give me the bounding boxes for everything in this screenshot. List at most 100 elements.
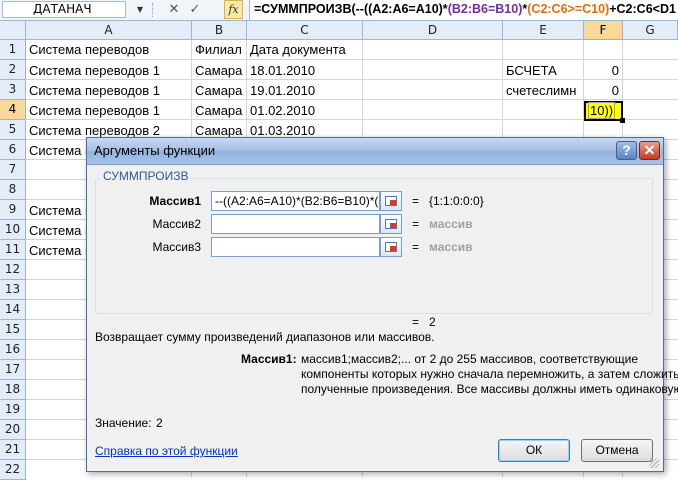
row-header[interactable]: 7	[0, 160, 26, 180]
enter-formula-icon[interactable]: ✓	[186, 1, 204, 19]
arg1-collapse-ref-button[interactable]	[380, 191, 402, 211]
cell-c3[interactable]: 19.01.2010	[248, 81, 363, 101]
cell-a1[interactable]: Система переводов	[27, 40, 191, 60]
dialog-title: Аргументы функции	[94, 143, 216, 158]
row-header[interactable]: 13	[0, 280, 26, 300]
cell-b4[interactable]: Самара	[193, 101, 247, 121]
column-header-c[interactable]: C	[247, 21, 363, 40]
column-header-g[interactable]: G	[623, 21, 678, 40]
formula-part-4: (C2:C6>=C10)	[527, 2, 610, 16]
formula-input[interactable]: =СУММПРОИЗВ(--((A2:A6=A10)*(B2:B6=B10)*(…	[249, 0, 678, 20]
formula-part-2: (B2:B6=B10)	[447, 2, 523, 16]
arg1-input[interactable]: --((A2:A6=A10)*(B2:B6=B10)*(C	[211, 191, 380, 211]
cell-c4[interactable]: 01.02.2010	[248, 101, 363, 121]
row-header[interactable]: 15	[0, 320, 26, 340]
row-header[interactable]: 8	[0, 180, 26, 200]
range-select-icon-mark	[390, 246, 396, 251]
ok-button[interactable]: ОК	[498, 439, 570, 462]
total-equals: =	[412, 315, 420, 329]
cell-e3[interactable]: счетеслимн	[504, 81, 584, 101]
close-icon[interactable]: ✕	[639, 141, 660, 160]
cell-b3[interactable]: Самара	[193, 81, 247, 101]
value-result: 2	[156, 416, 163, 430]
function-description: Возвращает сумму произведений диапазонов…	[95, 330, 435, 344]
value-label: Значение:	[95, 416, 152, 430]
arg1-label: Массив1	[149, 194, 201, 208]
arg-description-label: Массив1:	[241, 352, 297, 366]
row-header[interactable]: 9	[0, 200, 26, 220]
arg2-result: массив	[429, 217, 473, 231]
arg-description-line: массив1;массив2;... от 2 до 255 массивов…	[301, 352, 639, 366]
formula-bar-grip[interactable]	[152, 3, 155, 17]
row-header[interactable]: 6	[0, 140, 26, 160]
active-cell-f4[interactable]: 10))	[584, 101, 623, 121]
row-header[interactable]: 18	[0, 380, 26, 400]
arg-description-line: компоненты которых нужно сначала перемно…	[301, 367, 678, 381]
insert-function-icon[interactable]: fx	[224, 0, 243, 19]
cell-a10[interactable]: Система п	[27, 221, 89, 241]
resize-grip-icon[interactable]	[649, 458, 659, 468]
cell-edit-text: 10))	[588, 102, 616, 119]
cell-c2[interactable]: 18.01.2010	[248, 61, 363, 81]
formula-part-5: +C2:C6<D1	[609, 2, 676, 16]
cancel-formula-icon[interactable]: ✕	[165, 1, 183, 19]
dialog-titlebar[interactable]: Аргументы функции ? ✕	[87, 138, 663, 165]
arg3-result: массив	[429, 240, 473, 254]
chevron-down-icon[interactable]: ▼	[134, 2, 146, 18]
row-header[interactable]: 16	[0, 340, 26, 360]
arg1-result: {1:1:0:0:0}	[429, 194, 484, 208]
row-header[interactable]: 5	[0, 120, 26, 140]
cell-c1[interactable]: Дата документа	[248, 40, 363, 60]
column-header-e[interactable]: E	[503, 21, 584, 40]
help-icon[interactable]: ?	[616, 141, 637, 160]
function-help-link[interactable]: Справка по этой функции	[95, 444, 238, 459]
arg3-collapse-ref-button[interactable]	[380, 237, 402, 257]
arg2-label: Массив2	[152, 217, 201, 231]
row-header[interactable]: 20	[0, 420, 26, 440]
arg3-label: Массив3	[152, 240, 201, 254]
row-header[interactable]: 22	[0, 460, 26, 480]
cell-e2[interactable]: БСЧЕТА	[504, 61, 584, 81]
arg2-collapse-ref-button[interactable]	[380, 214, 402, 234]
select-all-corner[interactable]	[0, 21, 26, 40]
cell-a2[interactable]: Система переводов 1	[27, 61, 191, 81]
row-header[interactable]: 10	[0, 220, 26, 240]
arg2-input[interactable]	[211, 214, 380, 234]
cancel-button[interactable]: Отмена	[581, 439, 653, 462]
row-header[interactable]: 4	[0, 100, 26, 120]
name-box[interactable]: ДАТАНАЧ	[2, 1, 126, 18]
range-select-icon-mark	[390, 223, 396, 228]
cell-b2[interactable]: Самара	[193, 61, 247, 81]
row-header[interactable]: 1	[0, 40, 26, 60]
cell-f3[interactable]: 0	[584, 81, 623, 101]
row-header[interactable]: 12	[0, 260, 26, 280]
total-result: 2	[429, 315, 436, 329]
column-header-d[interactable]: D	[363, 21, 503, 40]
row-header[interactable]: 3	[0, 80, 26, 100]
arg-description-line: полученные произведения. Все массивы дол…	[301, 382, 678, 396]
cell-a3[interactable]: Система переводов 1	[27, 81, 191, 101]
column-header-f[interactable]: F	[584, 21, 623, 40]
row-header[interactable]: 21	[0, 440, 26, 460]
cell-a4[interactable]: Система переводов 1	[27, 101, 191, 121]
row-header[interactable]: 11	[0, 240, 26, 260]
arg3-input[interactable]	[211, 237, 380, 257]
cell-b1[interactable]: Филиал	[193, 40, 247, 60]
function-arguments-dialog: Аргументы функции ? ✕ СУММПРОИЗВ Массив1…	[86, 137, 678, 472]
arg3-equals: =	[412, 240, 420, 254]
formula-part-1: =СУММПРОИЗВ(--((A2:A6=A10)*	[254, 2, 448, 16]
cell-f2[interactable]: 0	[584, 61, 623, 81]
arg1-equals: =	[412, 194, 420, 208]
function-name-label: СУММПРОИЗВ	[101, 169, 191, 183]
range-select-icon-mark	[390, 200, 396, 205]
row-header[interactable]: 19	[0, 400, 26, 420]
row-header[interactable]: 14	[0, 300, 26, 320]
column-header-b[interactable]: B	[192, 21, 247, 40]
arg2-equals: =	[412, 217, 420, 231]
row-header[interactable]: 2	[0, 60, 26, 80]
column-header-a[interactable]: A	[26, 21, 192, 40]
row-header[interactable]: 17	[0, 360, 26, 380]
cell-a9[interactable]: Система п	[27, 201, 89, 221]
cell-a11[interactable]: Система п	[27, 241, 89, 261]
fill-handle[interactable]	[620, 118, 625, 123]
